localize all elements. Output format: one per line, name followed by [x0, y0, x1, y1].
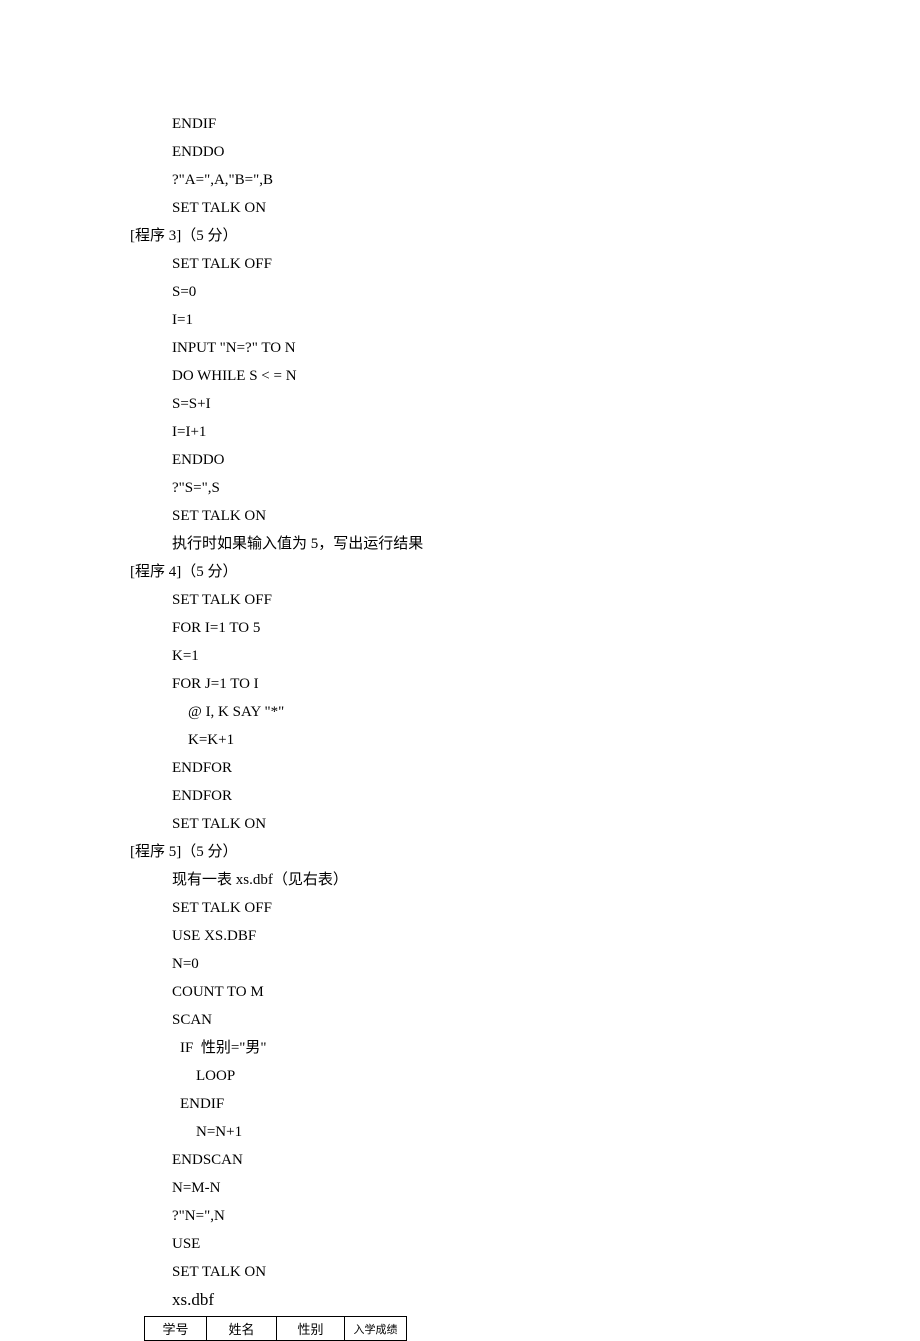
code-line: 执行时如果输入值为 5，写出运行结果: [130, 530, 790, 558]
code-line: ENDDO: [130, 138, 790, 166]
table-wrapper: 学号 姓名 性别 入学成绩: [130, 1316, 790, 1341]
code-line: SET TALK ON: [130, 1258, 790, 1286]
code-line: SET TALK ON: [130, 810, 790, 838]
code-line: ENDIF: [130, 110, 790, 138]
code-line: I=I+1: [130, 418, 790, 446]
code-line: LOOP: [130, 1062, 790, 1090]
table-row: 学号 姓名 性别 入学成绩: [145, 1317, 407, 1341]
code-line: USE: [130, 1230, 790, 1258]
table-header-cell: 学号: [145, 1317, 207, 1341]
code-line: K=K+1: [130, 726, 790, 754]
code-line: SCAN: [130, 1006, 790, 1034]
code-line: ENDFOR: [130, 782, 790, 810]
code-line: @ I, K SAY "*": [130, 698, 790, 726]
table-header-cell: 姓名: [207, 1317, 277, 1341]
code-line: K=1: [130, 642, 790, 670]
code-line: ENDFOR: [130, 754, 790, 782]
table-header-cell: 性别: [277, 1317, 345, 1341]
code-line: ENDDO: [130, 446, 790, 474]
code-line: SET TALK ON: [130, 194, 790, 222]
code-line: [程序 3]（5 分）: [130, 222, 790, 250]
code-line: N=N+1: [130, 1118, 790, 1146]
code-line: FOR J=1 TO I: [130, 670, 790, 698]
code-line: ?"N=",N: [130, 1202, 790, 1230]
code-line: IF 性别="男": [130, 1034, 790, 1062]
code-line: INPUT "N=?" TO N: [130, 334, 790, 362]
table-label: xs.dbf: [130, 1286, 790, 1314]
code-line: ENDIF: [130, 1090, 790, 1118]
code-line: DO WHILE S < = N: [130, 362, 790, 390]
code-line: N=0: [130, 950, 790, 978]
code-line: [程序 5]（5 分）: [130, 838, 790, 866]
code-line: SET TALK OFF: [130, 894, 790, 922]
code-line: S=0: [130, 278, 790, 306]
code-line: ?"A=",A,"B=",B: [130, 166, 790, 194]
code-line: COUNT TO M: [130, 978, 790, 1006]
code-line: USE XS.DBF: [130, 922, 790, 950]
code-line: ?"S=",S: [130, 474, 790, 502]
code-line: I=1: [130, 306, 790, 334]
code-line: SET TALK OFF: [130, 250, 790, 278]
xs-table: 学号 姓名 性别 入学成绩: [144, 1316, 407, 1341]
code-lines: ENDIFENDDO?"A=",A,"B=",BSET TALK ON[程序 3…: [130, 110, 790, 1286]
code-line: ENDSCAN: [130, 1146, 790, 1174]
document-body: ENDIFENDDO?"A=",A,"B=",BSET TALK ON[程序 3…: [130, 110, 790, 1341]
table-header-cell: 入学成绩: [345, 1317, 407, 1341]
code-line: S=S+I: [130, 390, 790, 418]
code-line: [程序 4]（5 分）: [130, 558, 790, 586]
code-line: SET TALK ON: [130, 502, 790, 530]
code-line: N=M-N: [130, 1174, 790, 1202]
code-line: FOR I=1 TO 5: [130, 614, 790, 642]
code-line: SET TALK OFF: [130, 586, 790, 614]
code-line: 现有一表 xs.dbf（见右表）: [130, 866, 790, 894]
